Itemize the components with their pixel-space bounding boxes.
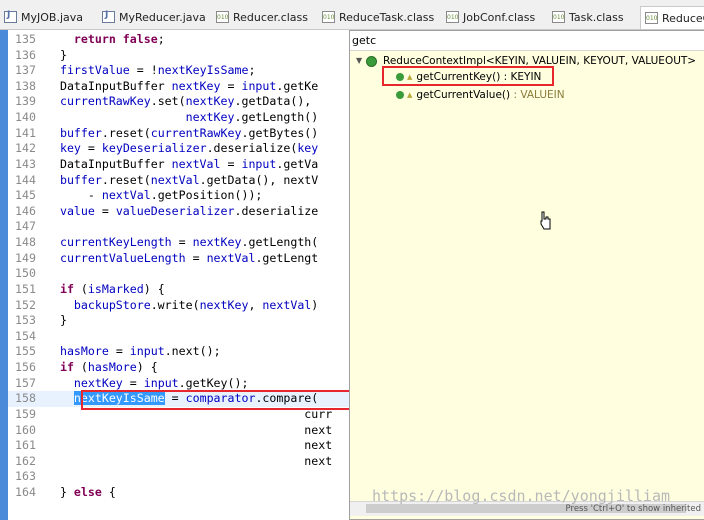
line-number: 156 [15, 360, 36, 375]
code-text: next [46, 453, 333, 468]
tab-label: MyJOB.java [21, 10, 83, 24]
method-item-getcurrentvalue[interactable]: ▲ getCurrentValue() : VALUEIN [396, 87, 565, 103]
code-text: hasMore = input.next(); [59, 344, 221, 359]
line-number: 151 [15, 281, 36, 296]
line-number: 147 [15, 219, 36, 234]
code-text: } [46, 47, 67, 62]
editor-tab-bar: MyJOB.java MyReducer.java Reducer.class Red… [0, 0, 704, 30]
tab-label: Reducer.class [233, 10, 309, 24]
code-text: next [46, 438, 333, 453]
line-number: 150 [15, 266, 36, 281]
line-number: 137 [15, 63, 36, 78]
collapse-icon[interactable]: ▼ [356, 53, 366, 69]
code-text: key = keyDeserializer.deserialize(key [59, 141, 319, 156]
method-name: getCurrentValue() [416, 89, 511, 101]
line-number: 154 [15, 328, 36, 343]
class-file-icon [446, 11, 459, 24]
overview-ruler [0, 30, 8, 520]
code-text: } [46, 313, 67, 328]
code-text: next [46, 422, 333, 437]
class-file-icon [552, 11, 565, 24]
filter-input[interactable]: getc [350, 31, 704, 51]
line-number: 143 [15, 156, 36, 171]
line-number: 163 [15, 469, 36, 484]
tab-myjob-java[interactable]: MyJOB.java [4, 6, 83, 28]
code-text: buffer.reset(nextVal.getData(), nextV [59, 172, 319, 187]
quick-outline-popup[interactable]: getc ▼ ReduceContextImpl<KEYIN, VALUEIN,… [349, 30, 704, 520]
line-number: 135 [15, 32, 36, 46]
line-number: 144 [15, 172, 36, 187]
line-number: 152 [15, 297, 36, 312]
line-number: 139 [15, 94, 36, 109]
line-number: 146 [15, 203, 36, 218]
method-sep: : [510, 89, 521, 101]
line-number: 138 [15, 78, 36, 93]
line-number: 149 [15, 250, 36, 265]
code-text: firstValue = !nextKeyIsSame; [59, 63, 256, 78]
code-text: if (isMarked) { [59, 281, 165, 296]
code-text: backupStore.write(nextKey, nextVal) [73, 297, 319, 312]
tab-task-class[interactable]: Task.class [552, 6, 624, 28]
line-number: 140 [15, 110, 36, 125]
method-return-type: VALUEIN [520, 89, 565, 101]
tab-jobconf-class[interactable]: JobConf.class [446, 6, 535, 28]
code-text: value = valueDeserializer.deserialize [59, 203, 319, 218]
tab-label: ReduceCo [662, 11, 704, 25]
line-number: 136 [15, 47, 36, 62]
tab-label: MyReducer.java [119, 10, 206, 24]
tab-reduceco[interactable]: ReduceCo [640, 6, 704, 29]
line-number: 164 [15, 484, 36, 499]
watermark: https://blog.csdn.net/yongjilliam [372, 487, 671, 505]
class-file-icon [322, 11, 335, 24]
line-number: 155 [15, 344, 36, 359]
code-text: return false; [73, 32, 165, 46]
code-text: currentValueLength = nextVal.getLengt [59, 250, 319, 265]
tab-reducetask-class[interactable]: ReduceTask.class [322, 6, 434, 28]
tab-label: JobConf.class [463, 10, 536, 24]
class-icon [366, 55, 377, 67]
tab-label: Task.class [569, 10, 624, 24]
abstract-icon: ▲ [407, 91, 413, 99]
line-number: 158 [15, 391, 36, 406]
code-text: - nextVal.getPosition()); [46, 188, 263, 203]
tab-reducer-class[interactable]: Reducer.class [216, 6, 308, 28]
line-number: 157 [15, 375, 36, 390]
code-text: DataInputBuffer nextVal = input.getVa [46, 156, 319, 171]
line-number: 162 [15, 453, 36, 468]
public-method-icon [396, 91, 404, 99]
line-number: 148 [15, 235, 36, 250]
java-file-icon [4, 10, 17, 23]
line-number: 161 [15, 438, 36, 453]
code-text: } else { [46, 484, 116, 499]
line-number: 142 [15, 141, 36, 156]
class-file-icon [645, 12, 658, 25]
code-text: if (hasMore) { [59, 360, 158, 375]
code-text: DataInputBuffer nextKey = input.getKe [46, 78, 319, 93]
mouse-cursor-icon [540, 211, 551, 230]
line-number: 141 [15, 125, 36, 140]
tab-myreducer-java[interactable]: MyReducer.java [102, 6, 206, 28]
line-number: 160 [15, 422, 36, 437]
line-number: 159 [15, 406, 36, 421]
line-number: 145 [15, 188, 36, 203]
java-file-icon [102, 10, 115, 23]
code-text: nextKey.getLength() [185, 110, 319, 125]
code-text: currentKeyLength = nextKey.getLength( [59, 235, 319, 250]
code-text: buffer.reset(currentRawKey.getBytes() [59, 125, 319, 140]
code-text: currentRawKey.set(nextKey.getData(), [59, 94, 312, 109]
tab-label: ReduceTask.class [339, 10, 435, 24]
code-text: nextKey = input.getKey(); [73, 375, 249, 390]
highlight-box-getcurrentkey [382, 66, 554, 86]
line-number: 153 [15, 313, 36, 328]
class-file-icon [216, 11, 229, 24]
